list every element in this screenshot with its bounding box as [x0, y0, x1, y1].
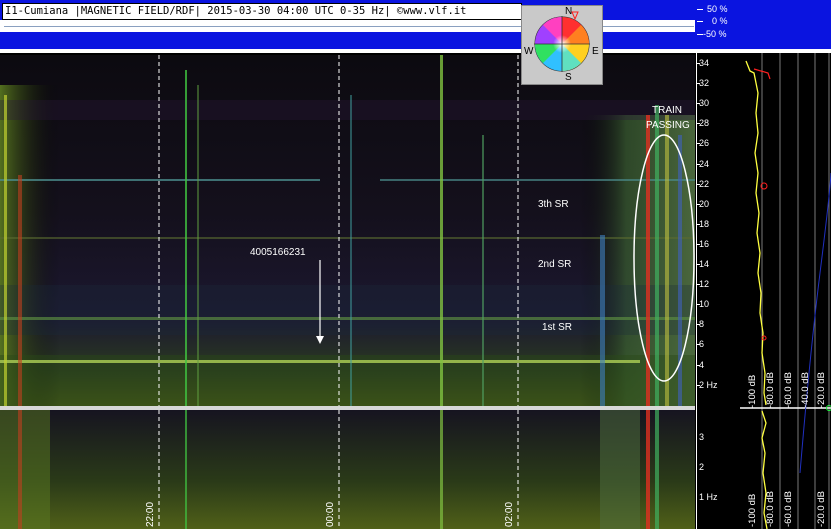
- freq-tick-label-lower: 2: [699, 462, 705, 472]
- db-label-lower: -20.0 dB: [816, 491, 827, 527]
- time-label-0000: 00:00: [325, 501, 336, 527]
- freq-tick: [696, 83, 700, 85]
- freq-tick-label: 32: [699, 78, 710, 89]
- freq-tick-label-lower: 1 Hz: [699, 492, 718, 502]
- db-label: -80.0 dB: [765, 372, 776, 408]
- percent-label-50: 50 %: [707, 4, 728, 14]
- sr3-label: 3th SR: [538, 199, 569, 210]
- freq-tick: [696, 344, 700, 346]
- spectrogram-upper: [0, 55, 695, 406]
- freq-tick-label-lower: 3: [699, 432, 705, 442]
- percent-tick: [697, 34, 703, 35]
- percent-tick: [697, 21, 703, 22]
- freq-tick-label: 12: [699, 279, 710, 290]
- compass-w: W: [524, 46, 534, 57]
- freq-tick-label: 2 Hz: [699, 379, 718, 390]
- freq-tick: [696, 364, 700, 366]
- freq-tick-label: 18: [699, 218, 710, 229]
- db-label: -40.0 dB: [800, 372, 811, 408]
- freq-tick-label: 34: [699, 58, 710, 68]
- freq-tick: [696, 123, 700, 125]
- db-label: -60.0 dB: [783, 372, 794, 408]
- time-label-2200: 22:00: [145, 501, 156, 527]
- percent-label-minus50: -50 %: [703, 29, 727, 39]
- sr3-band: [0, 179, 320, 181]
- spectrum-profile: [740, 53, 831, 529]
- freq-tick-label: 30: [699, 98, 710, 109]
- freq-tick-label: 14: [699, 259, 710, 269]
- freq-tick: [696, 304, 700, 306]
- db-label-lower: -80.0 dB: [765, 491, 776, 527]
- db-label-lower: -100 dB: [747, 493, 758, 527]
- freq-tick: [696, 284, 700, 286]
- db-label: -20.0 dB: [816, 372, 827, 408]
- freq-tick: [696, 163, 700, 165]
- train-label-1: TRAIN: [652, 105, 682, 116]
- freq-tick-label: 28: [699, 118, 710, 129]
- compass-n: N: [565, 6, 573, 17]
- freq-tick: [696, 324, 700, 326]
- sr1-band: [0, 360, 640, 363]
- sr2-label: 2nd SR: [538, 259, 572, 270]
- time-label-0200: 02:00: [504, 501, 515, 527]
- rdf-compass: N S E W: [521, 5, 603, 85]
- freq-tick-label: 22: [699, 178, 710, 189]
- compass-s: S: [565, 72, 572, 83]
- freq-tick: [696, 223, 700, 225]
- compass-e: E: [592, 46, 599, 57]
- freq-tick-label: 26: [699, 138, 710, 149]
- event-id-label: 4005166231: [250, 247, 306, 258]
- freq-tick: [696, 264, 700, 265]
- profile-trace: [745, 60, 767, 406]
- freq-tick: [696, 384, 700, 386]
- freq-tick: [696, 203, 700, 205]
- freq-tick: [696, 63, 700, 64]
- percent-label-0: 0 %: [712, 16, 728, 26]
- train-label-2: PASSING: [646, 120, 690, 131]
- sr1-label: 1st SR: [542, 322, 573, 333]
- page-title: I1-Cumiana |MAGNETIC FIELD/RDF| 2015-03-…: [2, 3, 522, 20]
- freq-tick-label: 16: [699, 238, 710, 249]
- freq-tick: [696, 243, 700, 245]
- freq-tick: [696, 143, 700, 145]
- db-label-lower: -60.0 dB: [783, 491, 794, 527]
- freq-tick: [696, 103, 700, 105]
- freq-tick-label: 20: [699, 198, 710, 209]
- percent-tick: [697, 9, 703, 10]
- db-label: -100 dB: [747, 374, 758, 408]
- freq-tick: [696, 183, 700, 185]
- spectrogram-lower: [0, 410, 695, 529]
- freq-tick-label: 24: [699, 158, 710, 169]
- freq-tick-label: 10: [699, 299, 710, 310]
